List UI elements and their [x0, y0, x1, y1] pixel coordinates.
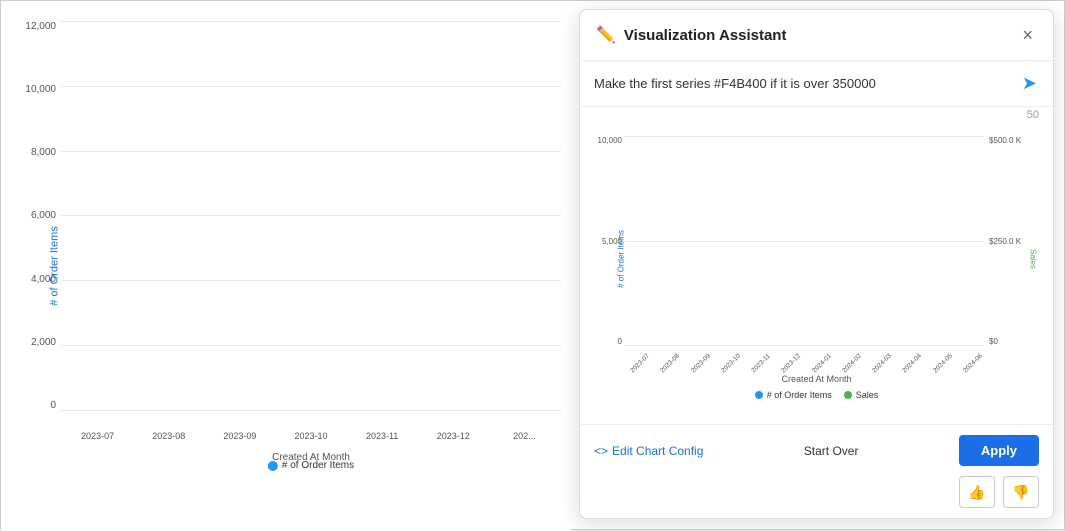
apply-button[interactable]: Apply	[959, 435, 1039, 466]
mini-x-label: 2023-08	[658, 351, 682, 375]
edit-config-label: Edit Chart Config	[612, 444, 703, 458]
panel-header: ✏️ Visualization Assistant ×	[580, 10, 1053, 61]
x-label: 2023-09	[208, 431, 271, 441]
thumbs-down-icon: 👎	[1012, 484, 1029, 501]
mini-chart-wrap: # of Order Items Sales 10,000 5,000 0 $5…	[594, 131, 1039, 386]
send-button[interactable]: ➤	[1020, 71, 1039, 96]
mini-x-label: 2023-09	[688, 351, 712, 375]
main-container: # of Order Items 12,000 10,000 8,000 6,0…	[0, 0, 1065, 530]
mini-x-title: Created At Month	[781, 374, 851, 384]
legend-item-blue: # of Order Items	[268, 460, 354, 471]
send-icon: ➤	[1022, 73, 1037, 93]
mini-legend-item-blue: # of Order Items	[755, 390, 832, 400]
mini-x-label: 2023-10	[719, 351, 743, 375]
chart-area: 12,000 10,000 8,000 6,000 4,000 2,000 0 …	[61, 21, 561, 471]
mini-chart-container: # of Order Items Sales 10,000 5,000 0 $5…	[580, 123, 1053, 424]
token-count: 50	[580, 107, 1053, 123]
panel-title-area: ✏️ Visualization Assistant	[596, 25, 786, 45]
mini-x-labels: 2023-072023-082023-092023-102023-112023-…	[624, 361, 984, 368]
mini-x-label: 2024-05	[930, 351, 954, 375]
left-chart-area: # of Order Items 12,000 10,000 8,000 6,0…	[1, 1, 571, 531]
mini-x-label: 2023-12	[779, 351, 803, 375]
visualization-assistant-panel: ✏️ Visualization Assistant × ➤ 50 # of O…	[579, 9, 1054, 519]
wand-icon: ✏️	[596, 25, 616, 45]
mini-y-left-labels: 10,000 5,000 0	[594, 136, 622, 346]
mini-x-label: 2024-01	[809, 351, 833, 375]
close-button[interactable]: ×	[1018, 24, 1037, 46]
thumbs-up-icon: 👍	[968, 484, 985, 501]
edit-chart-config-button[interactable]: <> Edit Chart Config	[594, 444, 703, 458]
mini-bars-area	[624, 136, 984, 346]
x-label: 2023-11	[351, 431, 414, 441]
mini-y-right-labels: $500.0 K $250.0 K $0	[989, 136, 1039, 346]
legend-area: # of Order Items	[268, 460, 354, 471]
mini-x-label: 2024-04	[900, 351, 924, 375]
legend-dot-blue	[268, 461, 278, 471]
x-label: 2023-07	[66, 431, 129, 441]
mini-legend-dot-green	[844, 391, 852, 399]
x-label: 2023-12	[422, 431, 485, 441]
code-icon: <>	[594, 444, 608, 458]
bars-area	[61, 21, 561, 411]
mini-x-label: 2024-02	[840, 351, 864, 375]
prompt-input[interactable]	[594, 76, 1012, 91]
panel-actions-row: <> Edit Chart Config Start Over Apply	[594, 435, 1039, 466]
feedback-row: 👍 👎	[594, 476, 1039, 508]
thumbs-up-button[interactable]: 👍	[959, 476, 995, 508]
mini-legend-item-green: Sales	[844, 390, 879, 400]
mini-legend-dot-blue	[755, 391, 763, 399]
mini-x-label: 2023-07	[628, 351, 652, 375]
input-row: ➤	[580, 61, 1053, 107]
mini-legend: # of Order Items Sales	[594, 390, 1039, 400]
x-label: 2023-08	[137, 431, 200, 441]
mini-x-label: 2024-06	[961, 351, 985, 375]
panel-footer: <> Edit Chart Config Start Over Apply 👍 …	[580, 424, 1053, 518]
y-axis-labels: 12,000 10,000 8,000 6,000 4,000 2,000 0	[16, 21, 56, 411]
legend-label-blue: # of Order Items	[282, 460, 354, 471]
x-labels: 2023-07 2023-08 2023-09 2023-10 2023-11 2023-…	[61, 431, 561, 441]
mini-x-label: 2024-03	[870, 351, 894, 375]
start-over-button[interactable]: Start Over	[804, 444, 859, 458]
mini-x-label: 2023-11	[749, 351, 773, 375]
mini-legend-label-green: Sales	[856, 390, 879, 400]
x-label: 2023-10	[279, 431, 342, 441]
mini-legend-label-blue: # of Order Items	[767, 390, 832, 400]
panel-title: Visualization Assistant	[624, 27, 787, 44]
x-label: 202...	[493, 431, 556, 441]
thumbs-down-button[interactable]: 👎	[1003, 476, 1039, 508]
